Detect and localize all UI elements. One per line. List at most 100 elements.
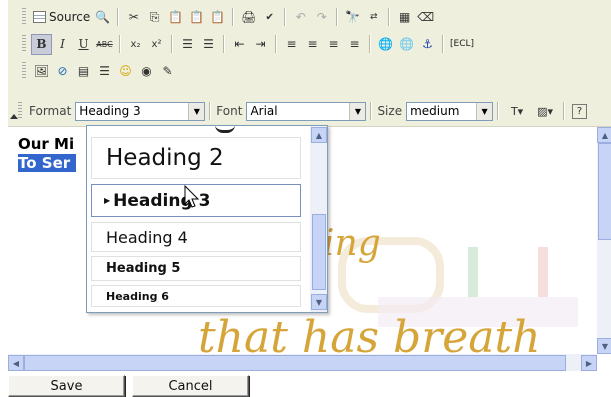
toolbar-row-1: Source 🔍 ✂ ⎘ 📋 📋 📋 🖨 ✔ ↶ ↷ 🔭 ⇄ ▦ ⌫ [22, 5, 436, 29]
bold-button[interactable]: B [31, 33, 52, 55]
source-label: Source [49, 10, 91, 24]
link-icon[interactable]: 🌐 [375, 34, 396, 55]
source-button[interactable]: Source [31, 7, 92, 28]
chevron-down-icon[interactable]: ▼ [188, 102, 205, 120]
align-center-icon[interactable]: ≡ [302, 34, 323, 55]
editor-line-2: To Ser [18, 154, 77, 172]
format-option-heading-2[interactable]: Heading 2 [91, 137, 301, 179]
spellcheck-icon[interactable]: ✔ [259, 7, 280, 28]
separator [275, 35, 277, 53]
align-left-icon[interactable]: ≡ [281, 34, 302, 55]
toolbar-row-4: Format Heading 3 ▼ Font Arial ▼ Size med… [18, 99, 590, 123]
separator [284, 8, 287, 26]
flash-icon[interactable]: ⊘ [52, 61, 73, 82]
italic-button[interactable]: I [52, 34, 73, 55]
chevron-down-icon[interactable]: ▼ [476, 102, 493, 120]
find-icon[interactable]: 🔭 [342, 7, 363, 28]
paste-word-icon[interactable]: 📋 [207, 7, 228, 28]
separator [232, 8, 235, 26]
toolbar-row-3: 🖼 ⊘ ▤ ☰ ☺ ◉ ✎ [22, 59, 178, 83]
format-option-heading-6[interactable]: Heading 6 [91, 285, 301, 307]
page-break-icon[interactable]: ✎ [157, 61, 178, 82]
scroll-thumb[interactable] [312, 214, 326, 290]
print-icon[interactable]: 🖨 [238, 7, 259, 28]
outdent-icon[interactable]: ⇤ [229, 34, 250, 55]
copy-icon[interactable]: ⎘ [144, 7, 165, 28]
scroll-left-icon[interactable]: ◀ [8, 355, 24, 371]
help-icon: ? [572, 103, 588, 119]
toolbar-grip[interactable] [22, 35, 26, 53]
separator [119, 35, 121, 53]
table-icon[interactable]: ▤ [73, 61, 94, 82]
paste-icon[interactable]: 📋 [165, 7, 186, 28]
format-option-heading-5[interactable]: Heading 5 [91, 256, 301, 281]
image-icon[interactable]: 🖼 [31, 61, 52, 82]
cancel-button[interactable]: Cancel [132, 375, 249, 397]
source-icon [33, 11, 46, 23]
paste-text-icon[interactable]: 📋 [186, 7, 207, 28]
size-value: medium [410, 103, 460, 118]
preview-icon[interactable]: 🔍 [92, 7, 113, 28]
save-button[interactable]: Save [8, 375, 125, 397]
numbered-list-icon[interactable]: ☰ [177, 34, 198, 55]
format-combo[interactable]: Heading 3 ▼ [75, 101, 206, 121]
align-right-icon[interactable]: ≡ [323, 34, 344, 55]
separator [563, 102, 566, 120]
toolbar-grip[interactable] [18, 102, 22, 120]
font-combo[interactable]: Arial ▼ [246, 101, 367, 121]
horizontal-rule-icon[interactable]: ☰ [94, 61, 115, 82]
toolbar-grip[interactable] [22, 8, 26, 26]
strikethrough-button[interactable]: ABC [94, 34, 115, 55]
underline-button[interactable]: U [73, 34, 94, 55]
editor-vertical-scrollbar[interactable]: ▲ ▼ [597, 127, 611, 354]
smiley-icon[interactable]: ☺ [115, 61, 136, 82]
separator [369, 35, 371, 53]
size-label: Size [377, 104, 403, 118]
dropdown-scrollbar[interactable]: ▲ ▼ [310, 126, 327, 312]
toolbar-row-2: B I U ABC x₂ x² ☰ ☰ ⇤ ⇥ ≡ ≡ ≡ ≡ 🌐 🌐 ⚓ [E… [22, 32, 476, 56]
format-dropdown: Heading 2 ▶ Heading 3 Heading 4 Heading … [86, 125, 328, 313]
font-label: Font [216, 104, 243, 118]
select-all-icon[interactable]: ▦ [394, 7, 415, 28]
separator [370, 102, 373, 120]
format-label: Format [29, 104, 72, 118]
scroll-thumb[interactable] [24, 355, 566, 371]
decor-phrase: that has breath [198, 312, 541, 354]
scroll-thumb[interactable] [598, 143, 611, 240]
scroll-down-icon[interactable]: ▼ [597, 338, 611, 354]
anchor-icon[interactable]: ⚓ [417, 34, 438, 55]
toolbar-collapse-icon[interactable] [10, 114, 18, 119]
option-label: Heading 5 [106, 261, 181, 276]
special-code-button[interactable]: [ECL] [448, 34, 476, 55]
partial-option [215, 126, 235, 133]
size-combo[interactable]: medium ▼ [406, 101, 494, 121]
format-option-heading-4[interactable]: Heading 4 [91, 222, 301, 252]
scroll-up-icon[interactable]: ▲ [311, 127, 327, 143]
unlink-icon[interactable]: 🌐 [396, 34, 417, 55]
editor-horizontal-scrollbar[interactable]: ◀ ▶ [8, 354, 597, 371]
undo-icon[interactable]: ↶ [290, 7, 311, 28]
chevron-down-icon[interactable]: ▼ [349, 102, 366, 120]
scroll-right-icon[interactable]: ▶ [581, 355, 597, 371]
redo-icon[interactable]: ↷ [311, 7, 332, 28]
superscript-button[interactable]: x² [146, 34, 167, 55]
help-button[interactable]: ? [569, 101, 590, 122]
align-justify-icon[interactable]: ≡ [344, 34, 365, 55]
separator [223, 35, 225, 53]
option-label: Heading 2 [106, 145, 224, 171]
replace-icon[interactable]: ⇄ [363, 7, 384, 28]
scroll-down-icon[interactable]: ▼ [311, 294, 327, 310]
toolbar-grip[interactable] [22, 62, 26, 80]
background-color-icon[interactable]: ▨▾ [531, 101, 559, 122]
mouse-cursor-icon [184, 185, 200, 208]
subscript-button[interactable]: x₂ [125, 34, 146, 55]
text-color-icon[interactable]: T▾ [503, 101, 531, 122]
scroll-up-icon[interactable]: ▲ [597, 127, 611, 143]
indent-icon[interactable]: ⇥ [250, 34, 271, 55]
option-label: Heading 4 [106, 227, 188, 247]
bulleted-list-icon[interactable]: ☰ [198, 34, 219, 55]
special-char-icon[interactable]: ◉ [136, 61, 157, 82]
font-value: Arial [250, 103, 278, 118]
remove-format-icon[interactable]: ⌫ [415, 7, 436, 28]
cut-icon[interactable]: ✂ [123, 7, 144, 28]
